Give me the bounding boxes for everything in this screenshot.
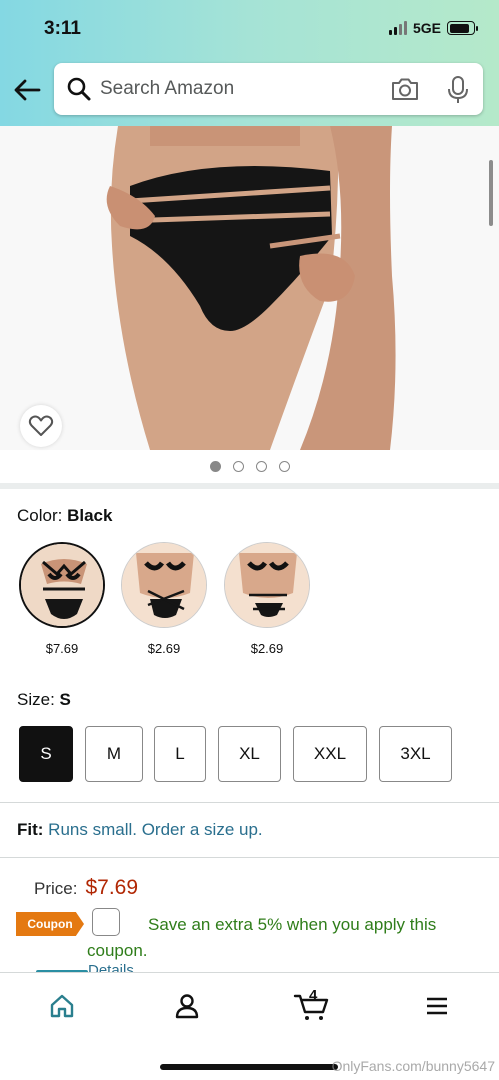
back-arrow-icon[interactable] [12, 76, 42, 104]
pagination-dot[interactable] [232, 461, 244, 472]
section-divider [0, 483, 499, 489]
fit-info: Fit: Runs small. Order a size up. [17, 820, 263, 840]
search-icon [67, 77, 91, 101]
divider [0, 857, 499, 858]
price-row: Price: $7.69 [34, 876, 138, 900]
status-time: 3:11 [44, 18, 81, 39]
swatch-price: $2.69 [250, 641, 284, 656]
home-indicator[interactable] [160, 1064, 338, 1070]
network-label: 5GE [412, 20, 441, 36]
swatch-image [21, 544, 103, 626]
coupon-text: Save an extra 5% when you apply this cou… [87, 915, 437, 960]
size-option-s[interactable]: S [19, 726, 73, 782]
camera-icon[interactable] [390, 76, 420, 102]
swatch-image [225, 543, 309, 627]
color-value: Black [67, 506, 113, 525]
top-header: 3:11 5GE [0, 0, 499, 126]
image-pagination[interactable] [0, 461, 499, 472]
search-bar[interactable] [54, 63, 483, 115]
product-photo [0, 126, 499, 450]
color-swatch[interactable] [121, 542, 207, 628]
color-label: Color: [17, 506, 63, 525]
size-option-m[interactable]: M [85, 726, 143, 782]
menu-icon [427, 997, 447, 1015]
fit-label: Fit: [17, 820, 44, 839]
coupon-checkbox[interactable] [92, 908, 120, 936]
user-icon [175, 994, 199, 1019]
heart-icon [28, 415, 54, 436]
price-value: $7.69 [85, 876, 139, 899]
search-input[interactable] [100, 78, 370, 100]
size-option-xl[interactable]: XL [218, 726, 281, 782]
cart-count: 4 [309, 987, 318, 1004]
product-image[interactable] [0, 126, 499, 450]
coupon-details-link[interactable]: Details [88, 962, 134, 972]
pagination-dot[interactable] [209, 461, 221, 472]
size-option-l[interactable]: L [154, 726, 206, 782]
nav-home[interactable] [42, 991, 82, 1021]
color-swatch[interactable] [224, 542, 310, 628]
size-option-xxl[interactable]: XXL [293, 726, 367, 782]
color-heading: Color: Black [17, 506, 112, 526]
color-swatch-selected[interactable] [19, 542, 105, 628]
microphone-icon[interactable] [446, 75, 470, 105]
status-icons: 5GE [388, 20, 478, 36]
fit-link[interactable]: Runs small. Order a size up. [48, 820, 262, 839]
size-label: Size: [17, 690, 55, 709]
pagination-dot[interactable] [255, 461, 267, 472]
price-label: Price: [34, 879, 78, 898]
nav-account[interactable] [167, 991, 207, 1021]
swatch-price: $2.69 [147, 641, 181, 656]
nav-cart[interactable]: 4 [292, 987, 332, 1021]
battery-icon [447, 21, 478, 35]
pagination-dot[interactable] [278, 461, 290, 472]
size-option-3xl[interactable]: 3XL [379, 726, 452, 782]
home-icon [50, 994, 74, 1018]
swatch-price: $7.69 [45, 641, 79, 656]
size-heading: Size: S [17, 690, 71, 710]
coupon-badge: Coupon [16, 912, 84, 936]
wishlist-button[interactable] [20, 405, 62, 447]
divider [0, 802, 499, 803]
watermark: OnlyFans.com/bunny5647 [331, 1058, 495, 1074]
scroll-indicator[interactable] [489, 160, 493, 226]
nav-menu[interactable] [417, 991, 457, 1021]
swatch-image [122, 543, 206, 627]
signal-icon [388, 21, 407, 35]
size-value: S [59, 690, 71, 709]
